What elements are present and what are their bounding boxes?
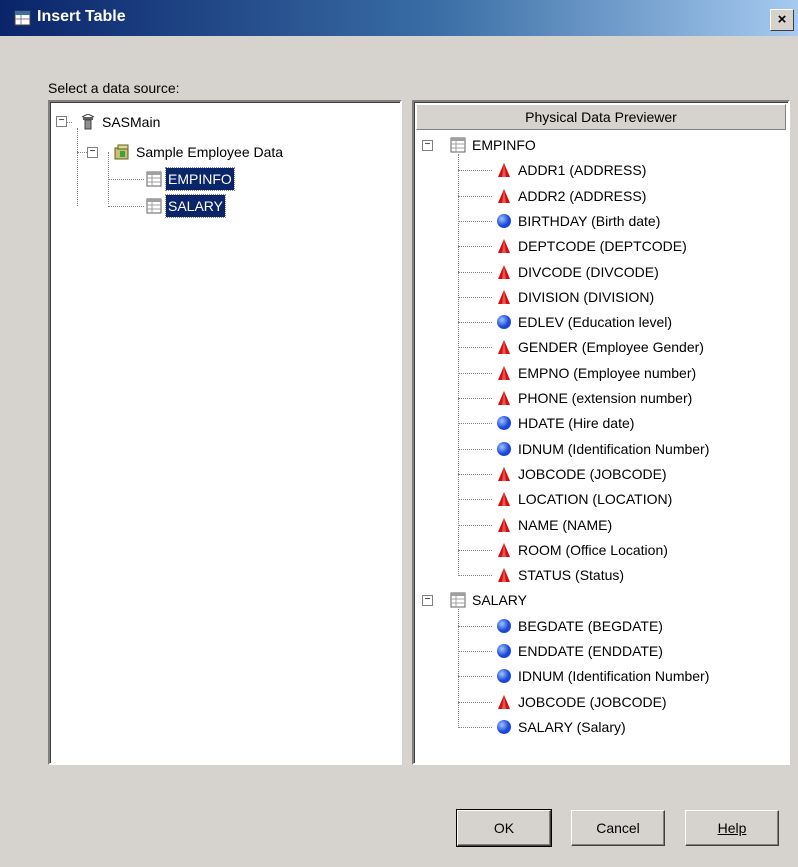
previewer-column-item[interactable]: ROOM (Office Location) (496, 539, 670, 561)
column-label: PHONE (extension number) (518, 390, 693, 406)
numeric-column-icon (497, 669, 511, 684)
character-column-icon (498, 365, 510, 380)
character-column-icon (498, 568, 510, 583)
column-label: ADDR2 (ADDRESS) (518, 187, 647, 204)
previewer-column-item[interactable]: DIVISION (DIVISION) (496, 286, 656, 308)
cancel-button[interactable]: Cancel (571, 810, 665, 846)
previewer-column-item[interactable]: JOBCODE (JOBCODE) (496, 691, 669, 713)
collapse-library-toggle[interactable]: − (87, 147, 98, 158)
table-icon (450, 592, 466, 608)
column-label: HDATE (Hire date) (518, 415, 635, 432)
previewer-column-item[interactable]: JOBCODE (JOBCODE) (496, 463, 669, 485)
title-bar: Insert Table × (0, 0, 798, 36)
column-label: DIVCODE (DIVCODE) (518, 263, 659, 280)
previewer-column-item[interactable]: BEGDATE (BEGDATE) (496, 615, 665, 637)
collapse-table-toggle[interactable]: − (422, 140, 433, 151)
previewer-column-item[interactable]: SALARY (Salary) (496, 716, 628, 738)
previewer-column-item[interactable]: HDATE (Hire date) (496, 412, 636, 434)
collapse-sasmain-toggle[interactable]: − (56, 116, 67, 127)
column-label: EDLEV (Education level) (518, 314, 673, 331)
numeric-column-icon (497, 618, 511, 633)
tree-node-label: EMPINFO (165, 167, 235, 191)
table-icon (146, 171, 162, 187)
previewer-header: Physical Data Previewer (416, 104, 786, 130)
previewer-column-item[interactable]: EMPNO (Employee number) (496, 362, 698, 384)
server-icon (81, 114, 95, 130)
character-column-icon (498, 163, 510, 178)
previewer-column-item[interactable]: GENDER (Employee Gender) (496, 336, 706, 358)
column-label: STATUS (Status) (518, 567, 625, 584)
column-label: LOCATION (LOCATION) (518, 491, 673, 508)
tree-node-label: SALARY (472, 592, 527, 609)
column-label: JOBCODE (JOBCODE) (518, 465, 667, 482)
character-column-icon (498, 239, 510, 254)
numeric-column-icon (497, 315, 511, 330)
previewer-table-empinfo[interactable]: EMPINFO (450, 134, 538, 156)
column-label: ROOM (Office Location) (518, 541, 668, 558)
close-button[interactable]: × (770, 9, 794, 31)
character-column-icon (498, 391, 510, 405)
previewer-column-item[interactable]: STATUS (Status) (496, 564, 626, 586)
tree-node-label: SASMain (102, 114, 161, 130)
numeric-column-icon (497, 644, 511, 658)
column-label: DIVISION (DIVISION) (518, 288, 655, 305)
tree-node-sasmain[interactable]: SASMain (80, 111, 162, 133)
previewer-column-item[interactable]: DIVCODE (DIVCODE) (496, 261, 661, 283)
column-label: NAME (NAME) (518, 516, 613, 533)
numeric-column-icon (497, 416, 511, 431)
character-column-icon (498, 517, 510, 532)
previewer-column-item[interactable]: EDLEV (Education level) (496, 311, 674, 333)
column-label: ADDR1 (ADDRESS) (518, 162, 647, 179)
column-label: SALARY (Salary) (518, 718, 626, 735)
numeric-column-icon (497, 441, 511, 456)
column-label: IDNUM (Identification Number) (518, 440, 710, 457)
physical-data-previewer[interactable]: Physical Data Previewer − EMPINFO ADDR1 (A… (412, 100, 790, 765)
tree-node-label: EMPINFO (472, 137, 536, 153)
previewer-column-item[interactable]: ADDR1 (ADDRESS) (496, 159, 648, 181)
previewer-column-item[interactable]: ENDDATE (ENDDATE) (496, 640, 665, 662)
previewer-column-item[interactable]: ADDR2 (ADDRESS) (496, 185, 648, 207)
character-column-icon (498, 466, 510, 481)
collapse-table-toggle[interactable]: − (422, 595, 433, 607)
table-icon (146, 198, 162, 214)
insert-table-icon (14, 10, 31, 26)
column-label: JOBCODE (JOBCODE) (518, 693, 667, 710)
window-title: Insert Table (37, 8, 126, 25)
column-label: BEGDATE (BEGDATE) (518, 617, 663, 634)
character-column-icon (498, 264, 510, 279)
tree-node-sample-employee-data[interactable]: Sample Employee Data (114, 141, 285, 163)
column-label: GENDER (Employee Gender) (518, 339, 704, 356)
character-column-icon (498, 492, 510, 507)
library-icon (114, 144, 129, 160)
column-label: DEPTCODE (DEPTCODE) (518, 238, 687, 255)
previewer-column-item[interactable]: PHONE (extension number) (496, 387, 694, 409)
data-source-label: Select a data source: (48, 80, 180, 96)
previewer-column-item[interactable]: LOCATION (LOCATION) (496, 488, 674, 510)
ok-button[interactable]: OK (456, 809, 552, 847)
tree-node-label: SALARY (165, 194, 226, 218)
tree-node-salary[interactable]: SALARY (146, 194, 226, 218)
previewer-column-item[interactable]: NAME (NAME) (496, 514, 614, 536)
column-label: ENDDATE (ENDDATE) (518, 643, 663, 659)
tree-node-label: Sample Employee Data (136, 144, 284, 160)
character-column-icon (498, 289, 510, 304)
help-button[interactable]: Help (685, 810, 779, 846)
character-column-icon (498, 340, 510, 355)
column-label: BIRTHDAY (Birth date) (518, 212, 661, 229)
tree-node-empinfo[interactable]: EMPINFO (146, 167, 235, 191)
column-label: EMPNO (Employee number) (518, 364, 697, 381)
previewer-column-item[interactable]: BIRTHDAY (Birth date) (496, 210, 662, 232)
character-column-icon (498, 694, 510, 709)
table-icon (450, 137, 466, 153)
column-label: IDNUM (Identification Number) (518, 668, 710, 685)
previewer-table-salary[interactable]: SALARY (450, 589, 529, 611)
previewer-column-item[interactable]: DEPTCODE (DEPTCODE) (496, 235, 689, 257)
character-column-icon (498, 542, 510, 557)
data-source-tree[interactable]: − SASMain − Sample Employee Data EMPINFO (48, 100, 402, 765)
previewer-column-item[interactable]: IDNUM (Identification Number) (496, 438, 711, 460)
numeric-column-icon (497, 719, 511, 734)
character-column-icon (498, 188, 510, 203)
numeric-column-icon (497, 213, 511, 228)
previewer-column-item[interactable]: IDNUM (Identification Number) (496, 665, 711, 687)
